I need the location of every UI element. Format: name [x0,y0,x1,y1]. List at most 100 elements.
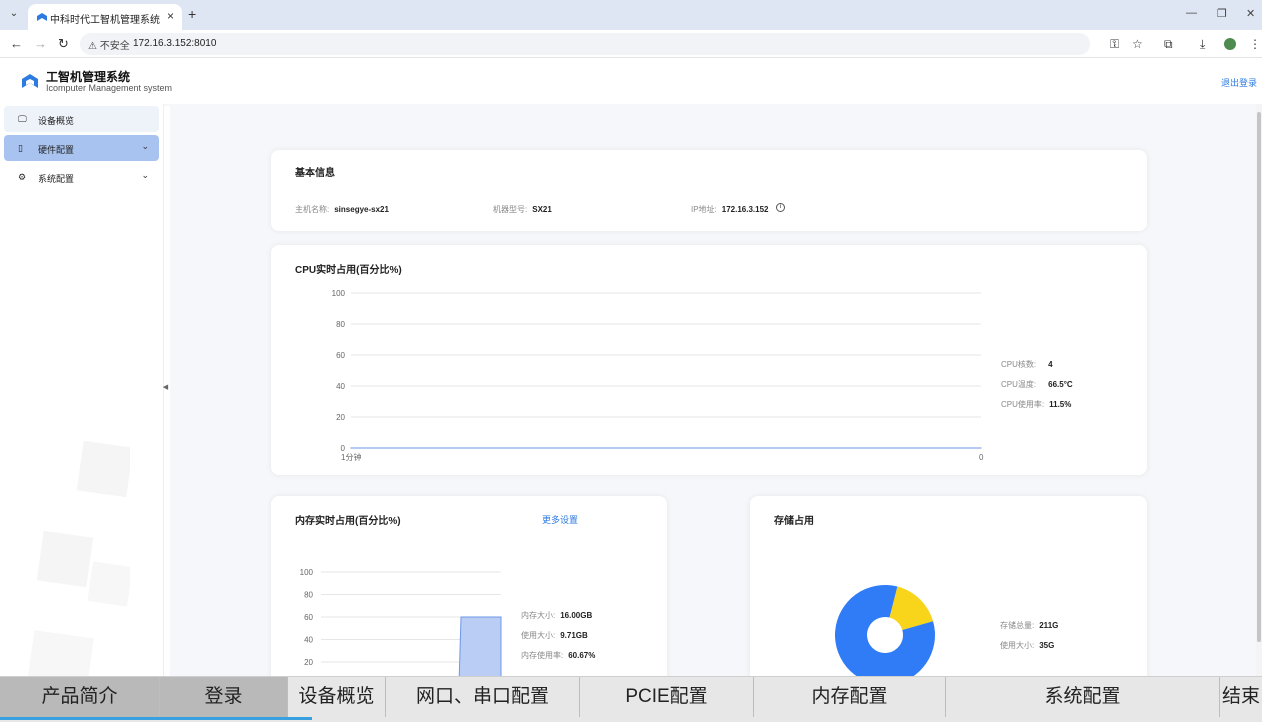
chapter-caption-bar: 产品简介 登录 设备概览 网口、串口配置 PCIE配置 内存配置 系统配置 结束 [0,676,1262,722]
memory-card: 内存实时占用(百分比%) 更多设置 100 80 60 40 20 内存大小: 16.00… [271,496,667,696]
host-name-value: sinsegye-sx21 [334,205,389,214]
memory-used-value: 9.71GB [560,631,588,640]
scrollbar-thumb[interactable] [1257,112,1261,642]
data-point [917,447,919,449]
star-icon[interactable]: ☆ [1132,37,1143,51]
caption-login[interactable]: 登录 [160,677,288,717]
storage-title: 存储占用 [774,516,814,527]
sidebar: 🖵 设备概览 ▯ 硬件配置 ⌄ ⚙ 系统配置 ⌄ [0,104,164,722]
memory-rate-label: 内存使用率: [521,651,564,660]
y-tick-label: 40 [304,636,313,645]
caption-device-overview[interactable]: 设备概览 [288,677,386,717]
info-icon[interactable]: i [775,203,785,213]
data-point [728,447,730,449]
caption-pcie-config[interactable]: PCIE配置 [580,677,754,717]
url-input[interactable]: ⚠ 不安全 172.16.3.152:8010 [80,33,1090,55]
url-text: 172.16.3.152:8010 [133,38,217,49]
key-icon[interactable]: ⚿ [1110,37,1119,52]
profile-avatar[interactable] [1224,38,1236,50]
storage-total-stat: 存储总量: 211G [1000,615,1058,633]
cpu-temp-stat: CPU温度: 66.5°C [1001,374,1073,392]
data-point [392,447,394,449]
sidebar-item-label: 设备概览 [38,116,75,126]
monitor-icon: 🖵 [18,114,27,124]
data-point [623,447,625,449]
storage-used-value: 35G [1039,641,1055,650]
memory-used-label: 使用大小: [521,631,556,640]
data-point [560,447,562,449]
caption-product-intro[interactable]: 产品简介 [0,677,160,717]
cpu-cores-stat: CPU核数: 4 [1001,354,1053,372]
back-icon[interactable]: ← [10,36,23,51]
x-tick-label: 1分钟 [341,452,361,462]
new-tab-icon[interactable]: + [188,6,196,22]
tab-close-icon[interactable]: × [167,9,174,23]
extensions-icon[interactable]: ⧉ [1164,37,1173,52]
y-tick-label: 40 [336,382,345,391]
close-window-icon[interactable]: ✕ [1246,7,1255,20]
memory-rate-value: 60.67% [568,651,596,660]
chevron-down-icon: ⌄ [141,141,149,151]
model-label: 机器型号: [493,205,528,214]
data-point [896,447,898,449]
cpu-usage-stat: CPU使用率: 11.5% [1001,394,1071,412]
restore-icon[interactable]: ❐ [1217,7,1227,20]
data-point [812,447,814,449]
memory-size-stat: 内存大小: 16.00GB [521,605,592,623]
storage-total-label: 存储总量: [1000,621,1035,630]
ip-field: IP地址: 172.16.3.152 i [691,199,785,217]
storage-card: 存储占用 存储总量: 211G 使用大小: 35G [750,496,1147,696]
cpu-temp-value: 66.5°C [1048,380,1073,389]
gear-icon: ⚙ [18,172,27,182]
cpu-cores-label: CPU核数: [1001,360,1037,369]
browser-tab[interactable]: 中科时代工智机管理系统 × [28,4,182,30]
y-tick-label: 100 [300,568,314,577]
y-tick-label: 0 [341,444,346,453]
sidebar-item-label: 硬件配置 [38,145,75,155]
data-point [665,447,667,449]
sidebar-collapse-toggle[interactable]: ◀ [161,376,170,400]
data-point [875,447,877,449]
menu-icon[interactable]: ⋮ [1249,37,1261,51]
sidebar-item-hardware-config[interactable]: ▯ 硬件配置 ⌄ [4,135,159,161]
forward-icon[interactable]: → [34,36,47,51]
app-header: 工智机管理系统 Icomputer Management system 退出登录 [0,58,1262,104]
minimize-icon[interactable]: — [1186,7,1197,19]
caption-network-serial-config[interactable]: 网口、串口配置 [386,677,580,717]
memory-usage-chart: 100 80 60 40 20 [300,568,502,684]
warning-icon[interactable]: ⚠ 不安全 [88,37,130,52]
more-settings-link[interactable]: 更多设置 [542,513,578,526]
caption-memory-config[interactable]: 内存配置 [754,677,946,717]
cpu-card: CPU实时占用(百分比%) 100 80 60 40 20 0 1分钟 0 CPU核数: 4 C… [271,245,1147,475]
data-point [602,447,604,449]
reload-icon[interactable]: ↻ [58,36,69,52]
data-point [476,447,478,449]
y-tick-label: 100 [332,289,346,298]
memory-size-label: 内存大小: [521,611,556,620]
caption-end[interactable]: 结束 [1220,677,1262,717]
logout-link[interactable]: 退出登录 [1221,76,1257,89]
download-icon[interactable]: ⤓ [1200,37,1205,52]
data-point [791,447,793,449]
ip-value: 172.16.3.152 [721,205,769,214]
y-tick-label: 80 [304,591,313,600]
sidebar-item-device-overview[interactable]: 🖵 设备概览 [4,106,159,132]
caption-system-config[interactable]: 系统配置 [946,677,1220,717]
storage-total-value: 211G [1039,621,1059,630]
cpu-cores-value: 4 [1048,360,1053,369]
model-field: 机器型号: SX21 [493,199,552,217]
sidebar-item-system-config[interactable]: ⚙ 系统配置 ⌄ [4,164,159,190]
data-point [833,447,835,449]
data-point [518,447,520,449]
sidebar-item-label: 系统配置 [38,174,75,184]
address-bar: ← → ↻ ⚠ 不安全 172.16.3.152:8010 ⚿ ☆ ⧉ ⤓ ⋮ [0,30,1262,58]
data-point [434,447,436,449]
storage-used-label: 使用大小: [1000,641,1035,650]
tab-search-icon[interactable]: ⌄ [6,8,22,22]
data-point [959,447,961,449]
y-tick-label: 20 [336,413,345,422]
data-point [770,447,772,449]
app-subtitle: Icomputer Management system [46,83,173,93]
storage-used-stat: 使用大小: 35G [1000,635,1054,653]
data-point [413,447,415,449]
